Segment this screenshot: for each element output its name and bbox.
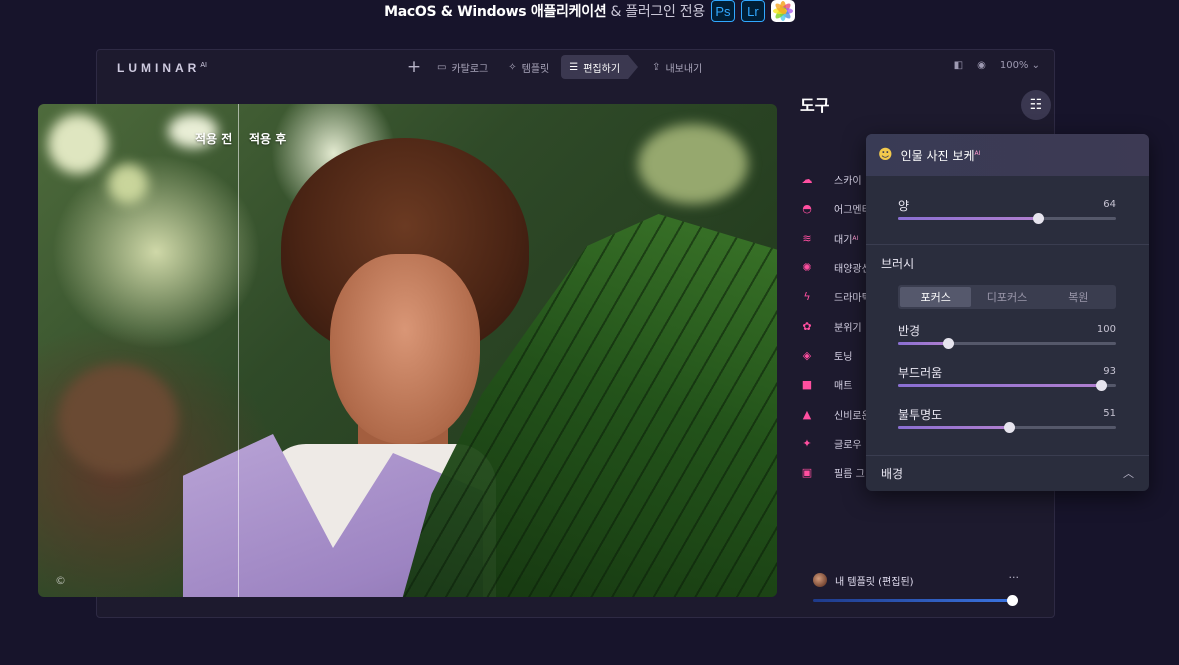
slider-track[interactable] <box>898 338 1116 349</box>
tool-item-mood[interactable]: ✿ 분위기 <box>800 311 871 340</box>
tool-item-sky[interactable]: ☁ 스카이 <box>800 165 871 194</box>
portrait-ai-icon: ☻ <box>878 147 893 163</box>
luminar-logo: LUMINARAI <box>117 61 207 75</box>
folder-icon: ▭ <box>437 61 447 73</box>
tool-item-mystical[interactable]: ▲ 신비로운 <box>800 399 871 428</box>
film-grain-icon: ▣ <box>801 466 813 480</box>
tool-item-augmented-sky[interactable]: ◓ 어그멘티 <box>800 194 871 223</box>
mystical-icon: ▲ <box>802 407 812 421</box>
photoshop-icon: Ps <box>710 0 735 22</box>
template-row[interactable]: 내 템플릿 (편집된) ··· <box>813 571 1021 588</box>
brush-section-title: 브러시 <box>881 257 915 271</box>
brush-mode-selector: 포커스 디포커스 복원 <box>898 285 1116 309</box>
main-nav: + ▭ 카탈로그 ✧ 템플릿 ☰ 편집하기 ⇪ 내보내기 <box>403 55 710 79</box>
template-label: 내 템플릿 (편집된) <box>835 576 914 588</box>
slider-thumb[interactable] <box>1095 380 1107 391</box>
bokeh-highlight <box>48 114 108 174</box>
sunrays-icon: ✺ <box>802 261 812 275</box>
brush-mode-focus[interactable]: 포커스 <box>900 287 972 307</box>
tool-item-film-grain[interactable]: ▣ 필름 그 <box>800 458 871 487</box>
toning-icon: ◈ <box>802 348 812 362</box>
more-options-icon[interactable]: ··· <box>1009 571 1020 584</box>
tab-templates[interactable]: ✧ 템플릿 <box>500 55 557 79</box>
photo-canvas[interactable]: 적용 전 적용 후 © <box>38 104 777 597</box>
divider <box>866 244 1149 245</box>
portrait-bokeh-panel: ☻ 인물 사진 보케AI 양 64 브러시 포커스 디포커스 복원 반경 100… <box>866 134 1149 491</box>
tool-item-glow[interactable]: ✦ 글로우 <box>800 429 871 458</box>
tool-item-sunrays[interactable]: ✺ 태양광선 <box>800 253 870 282</box>
tab-edit[interactable]: ☰ 편집하기 <box>561 55 638 79</box>
tab-catalog[interactable]: ▭ 카탈로그 <box>429 55 496 79</box>
slider-thumb[interactable] <box>942 338 954 349</box>
share-icon: ⇪ <box>652 61 661 73</box>
photos-app-icon <box>770 0 795 22</box>
bokeh-highlight <box>58 364 178 474</box>
matte-icon: ■ <box>801 378 813 392</box>
tool-list: ☁ 스카이 ◓ 어그멘티 ≋ 대기 AI ✺ 태양광선 ϟ 드라마틱 ✿ 분위기 … <box>800 165 871 487</box>
tool-item-dramatic[interactable]: ϟ 드라마틱 <box>800 282 870 311</box>
panel-header[interactable]: ☻ 인물 사진 보케AI <box>866 134 1149 176</box>
tool-item-atmosphere[interactable]: ≋ 대기 AI <box>800 224 871 253</box>
add-button[interactable]: + <box>403 57 425 77</box>
tool-item-matte[interactable]: ■ 매트 <box>800 370 871 399</box>
zoom-select[interactable]: 100% ⌄ <box>1000 60 1040 71</box>
augmented-sky-icon: ◓ <box>802 202 812 216</box>
before-label: 적용 전 <box>195 132 233 146</box>
lightroom-icon: Lr <box>740 0 765 22</box>
slider-track[interactable] <box>898 213 1116 224</box>
slider-thumb[interactable] <box>1007 595 1018 606</box>
subject-face <box>330 254 480 444</box>
copyright-mark: © <box>55 574 66 587</box>
bokeh-highlight <box>108 164 148 204</box>
atmosphere-icon: ≋ <box>802 231 812 245</box>
slider-track[interactable] <box>898 422 1116 433</box>
eye-icon[interactable]: ◉ <box>977 60 986 71</box>
chevron-up-icon: ︿ <box>1123 467 1134 480</box>
slider-thumb[interactable] <box>1032 213 1044 224</box>
template-thumbnail <box>813 573 827 587</box>
background-section-header[interactable]: 배경 ︿ <box>866 456 1149 490</box>
view-controls: ◧ ◉ 100% ⌄ <box>954 60 1040 71</box>
filter-settings-button[interactable]: ☷ <box>1021 90 1051 120</box>
after-label: 적용 후 <box>249 132 287 146</box>
sliders-icon: ☷ <box>1029 97 1043 113</box>
title-bar: LUMINARAI + ▭ 카탈로그 ✧ 템플릿 ☰ 편집하기 ⇪ 내보내기 ◧… <box>97 50 1054 86</box>
panel-title: 인물 사진 보케AI <box>900 148 981 163</box>
template-amount-slider[interactable] <box>813 595 1018 606</box>
sparkle-icon: ✧ <box>508 61 517 73</box>
bokeh-highlight <box>638 124 748 204</box>
dramatic-icon: ϟ <box>803 290 811 304</box>
before-after-divider[interactable] <box>238 104 239 597</box>
compare-icon[interactable]: ◧ <box>954 60 963 71</box>
mood-icon: ✿ <box>802 319 812 333</box>
slider-track[interactable] <box>898 380 1116 391</box>
tool-item-toning[interactable]: ◈ 토닝 <box>800 341 871 370</box>
cloud-icon: ☁ <box>801 173 813 187</box>
tools-title: 도구 <box>800 96 830 115</box>
tab-export[interactable]: ⇪ 내보내기 <box>644 55 710 79</box>
glow-icon: ✦ <box>802 436 812 450</box>
banner-text: MacOS & Windows 애플리케이션 & 플러그인 전용 <box>384 4 705 20</box>
sliders-icon: ☰ <box>569 61 579 73</box>
brush-mode-defocus[interactable]: 디포커스 <box>971 287 1042 307</box>
promo-banner: MacOS & Windows 애플리케이션 & 플러그인 전용 Ps Lr <box>0 0 1179 22</box>
brush-mode-restore[interactable]: 복원 <box>1043 287 1114 307</box>
slider-thumb[interactable] <box>1004 422 1016 433</box>
